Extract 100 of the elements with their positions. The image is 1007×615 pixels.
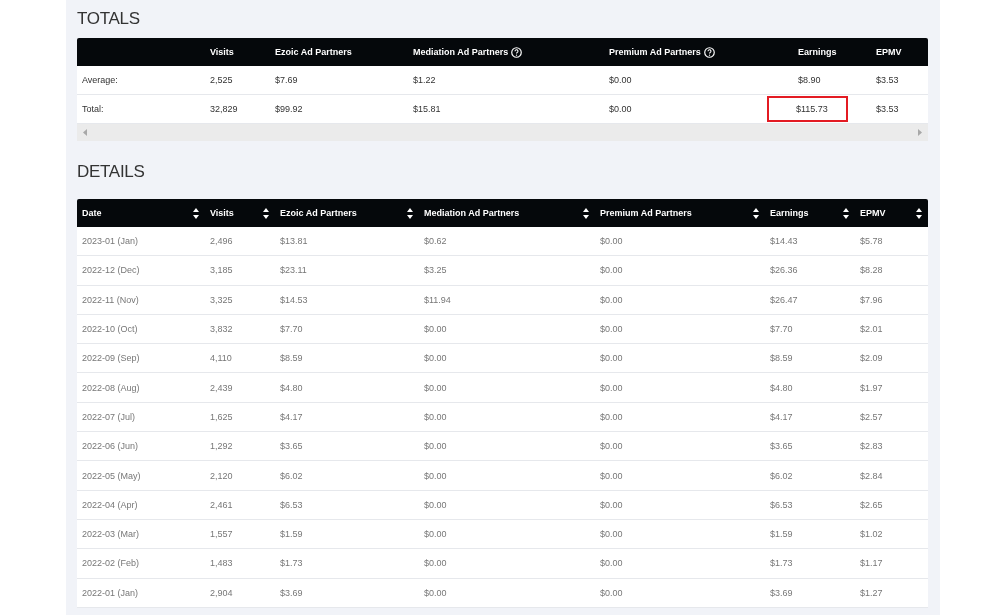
table-cell: 2022-12 (Dec) <box>82 265 140 276</box>
sort-icon[interactable] <box>193 207 199 219</box>
table-cell: $0.00 <box>424 411 447 422</box>
column-header[interactable]: EPMV <box>860 208 886 218</box>
table-cell: $23.11 <box>280 265 307 276</box>
table-cell: $0.00 <box>424 558 447 569</box>
table-cell: 1,625 <box>210 411 233 422</box>
table-cell: $8.59 <box>770 353 793 364</box>
table-cell: $2.01 <box>860 324 883 335</box>
table-cell: $0.00 <box>600 265 623 276</box>
table-cell: 2,496 <box>210 236 233 247</box>
table-cell: $1.27 <box>860 587 883 598</box>
table-cell: 2022-04 (Apr) <box>82 499 138 510</box>
table-cell: $4.80 <box>280 382 303 393</box>
table-cell: $3.69 <box>770 587 793 598</box>
table-cell: $11.94 <box>424 294 451 305</box>
table-cell: $3.65 <box>770 441 793 452</box>
table-cell: $2.65 <box>860 499 883 510</box>
table-cell: $2.09 <box>860 353 883 364</box>
table-cell: $7.69 <box>275 75 298 85</box>
table-cell: $1.02 <box>860 529 883 540</box>
table-cell: 2,904 <box>210 587 233 598</box>
table-cell: 2,439 <box>210 382 233 393</box>
table-cell: $1.22 <box>413 75 436 85</box>
table-cell: $3.53 <box>876 75 899 85</box>
table-cell: $0.00 <box>424 353 447 364</box>
table-cell: $1.59 <box>770 529 793 540</box>
table-cell: $8.90 <box>798 75 821 85</box>
table-cell: 2022-02 (Feb) <box>82 558 140 569</box>
table-cell: $0.00 <box>609 75 632 85</box>
table-cell: $3.65 <box>280 441 303 452</box>
table-cell: $1.59 <box>280 529 303 540</box>
table-cell: $99.92 <box>275 104 303 114</box>
totals-heading: TOTALS <box>77 8 141 30</box>
table-cell: $0.00 <box>424 499 447 510</box>
table-cell: $7.70 <box>770 324 793 335</box>
table-cell: $1.17 <box>860 558 883 569</box>
table-cell: $13.81 <box>280 236 308 247</box>
table-cell: $0.00 <box>600 294 623 305</box>
table-cell: 2022-09 (Sep) <box>82 353 140 364</box>
table-cell: $4.17 <box>770 411 793 422</box>
table-cell: $6.53 <box>770 499 793 510</box>
table-cell: 1,292 <box>210 441 233 452</box>
table-cell: 2022-07 (Jul) <box>82 411 136 422</box>
column-header[interactable]: Visits <box>210 208 234 218</box>
table-cell: 3,832 <box>210 324 233 335</box>
sort-icon[interactable] <box>407 207 413 219</box>
table-cell: 4,110 <box>210 353 232 364</box>
table-cell: Total: <box>82 104 104 114</box>
table-cell: $0.00 <box>600 441 623 452</box>
table-cell: $7.70 <box>280 324 303 335</box>
table-cell: 2023-01 (Jan) <box>82 236 139 247</box>
highlighted-value: $115.73 <box>767 96 848 122</box>
table-cell: 2,461 <box>210 499 233 510</box>
table-cell: $3.53 <box>876 104 899 114</box>
sort-icon[interactable] <box>916 207 922 219</box>
table-cell: $1.97 <box>860 382 883 393</box>
table-cell: 3,325 <box>210 294 233 305</box>
table-cell: $4.17 <box>280 411 303 422</box>
table-cell: 2022-10 (Oct) <box>82 324 138 335</box>
column-header: Mediation Ad Partners <box>413 47 509 57</box>
column-header: Ezoic Ad Partners <box>275 47 352 57</box>
table-cell: 2022-08 (Aug) <box>82 382 140 393</box>
table-cell: 32,829 <box>210 104 238 114</box>
table-cell: $0.00 <box>424 441 447 452</box>
table-cell: 2022-01 (Jan) <box>82 587 139 598</box>
table-cell: $0.00 <box>600 499 623 510</box>
table-cell: 3,185 <box>210 265 233 276</box>
table-cell: $0.00 <box>424 587 447 598</box>
table-cell: $15.81 <box>413 104 441 114</box>
table-cell: $4.80 <box>770 382 793 393</box>
table-cell: 2,120 <box>210 470 233 481</box>
table-cell: $6.53 <box>280 499 303 510</box>
table-cell: 2022-06 (Jun) <box>82 441 139 452</box>
column-header[interactable]: Premium Ad Partners <box>600 208 692 218</box>
table-cell: $0.00 <box>600 324 623 335</box>
table-cell: $3.69 <box>280 587 303 598</box>
table-cell: $0.00 <box>600 353 623 364</box>
column-header[interactable]: Ezoic Ad Partners <box>280 208 357 218</box>
help-icon[interactable] <box>511 46 523 58</box>
help-icon[interactable] <box>703 46 715 58</box>
column-header[interactable]: Date <box>82 208 102 218</box>
table-cell: $0.00 <box>600 529 623 540</box>
table-cell: 1,557 <box>210 529 233 540</box>
table-cell: $6.02 <box>770 470 793 481</box>
table-cell: $0.00 <box>424 382 447 393</box>
column-header[interactable]: Earnings <box>770 208 809 218</box>
sort-icon[interactable] <box>843 207 849 219</box>
table-cell: $0.00 <box>600 382 623 393</box>
column-header[interactable]: Mediation Ad Partners <box>424 208 520 218</box>
table-cell: $7.96 <box>860 294 883 305</box>
sort-icon[interactable] <box>583 207 589 219</box>
column-header: Earnings <box>798 47 837 57</box>
table-cell: $6.02 <box>280 470 303 481</box>
table-cell: $1.73 <box>280 558 303 569</box>
details-heading: DETAILS <box>77 162 146 183</box>
sort-icon[interactable] <box>753 207 759 219</box>
sort-icon[interactable] <box>263 207 269 219</box>
table-cell: $0.00 <box>600 236 623 247</box>
table-cell: $26.47 <box>770 294 798 305</box>
